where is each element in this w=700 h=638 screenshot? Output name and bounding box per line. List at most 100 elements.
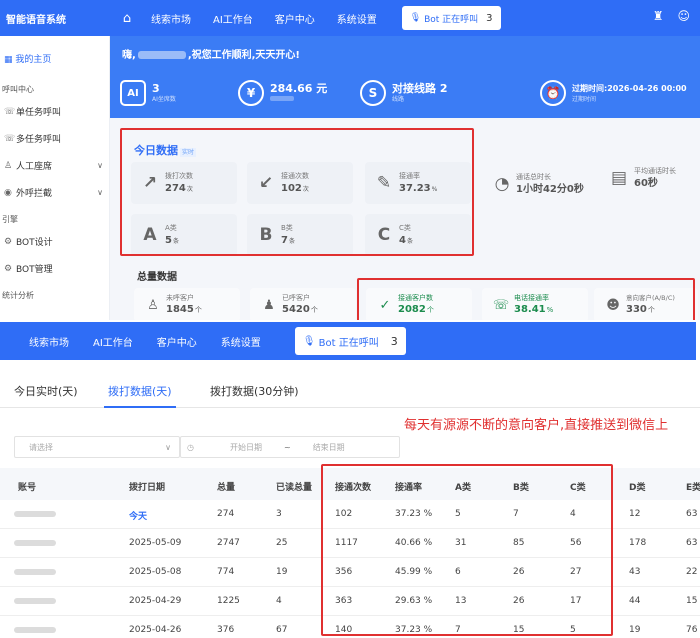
nav-item-system-settings[interactable]: 系统设置 xyxy=(326,11,388,26)
notification-icon[interactable]: ♜ xyxy=(653,9,664,23)
stat-card-total-duration: ◔ 通话总时长 1小时42分0秒 xyxy=(484,158,590,210)
user-avatar-icon[interactable]: ☺ xyxy=(677,9,690,23)
dashboard-main: 嗨, ,祝您工作顺利,天天开心! AI 3 AI坐席数 ¥ 284.66 元 S 对… xyxy=(110,36,700,320)
document-icon: ▤ xyxy=(610,168,628,188)
stat-card-connect-count: ↙ 接通次数 102次 xyxy=(247,162,353,204)
banner-stat-expiry: ⏰ 过期时间:2026-04-26 00:00 过期时间 xyxy=(540,80,687,106)
account-blurred xyxy=(14,511,56,517)
sidebar-item-human-seats[interactable]: ♙ 人工座席 ∨ xyxy=(0,152,109,179)
bot-status-button[interactable]: 🎙 Bot 正在呼叫 3 xyxy=(401,6,501,30)
nav-item-leads-market[interactable]: 线索市场 xyxy=(140,11,202,26)
clock-icon: ◷ xyxy=(187,442,194,452)
sidebar-item-bot-design[interactable]: ⚙ BOT设计 xyxy=(0,228,109,255)
top-navbar: 智能语音系统 ⌂ 线索市场 AI工作台 客户中心 系统设置 🎙 Bot 正在呼叫… xyxy=(0,0,700,36)
sidebar-item-bot-management[interactable]: ⚙ BOT管理 xyxy=(0,255,109,282)
banner-stat-ai-seats: AI 3 AI坐席数 xyxy=(120,80,176,106)
username-blurred xyxy=(137,51,186,59)
start-date-placeholder: 开始日期 xyxy=(229,442,262,452)
sidebar: ▦ 我的主页 呼叫中心 ☏ 单任务呼叫 ☏ 多任务呼叫 ♙ 人工座席 ∨ ◉ 外呼拦截 … xyxy=(0,36,110,320)
table-header: 账号 拨打日期 总量 已读总量 接通次数 接通率 A类 B类 C类 D类 E类 xyxy=(0,468,700,500)
total-card-connect-rate: ☏ 电话接通率 38.41% xyxy=(482,288,588,320)
data-tabs: 今日实时(天) 拨打数据(天) 拨打数据(30分钟) xyxy=(0,380,700,408)
letter-c-icon: C xyxy=(377,225,391,245)
stat-card-avg-duration: ▤ 平均通话时长 60秒 xyxy=(600,158,696,198)
sidebar-group-call-center: 呼叫中心 xyxy=(2,84,34,94)
app-logo[interactable]: 智能语音系统 xyxy=(0,11,110,26)
arrow-up-right-icon: ↗ xyxy=(142,173,158,193)
phone-icon: ☏ xyxy=(492,297,510,313)
group-icon: ♟ xyxy=(263,297,275,313)
timer-icon: ◔ xyxy=(494,174,510,194)
nav2-item-customer-center[interactable]: 客户中心 xyxy=(145,334,209,349)
bot-status-label: Bot 正在呼叫 xyxy=(424,14,479,25)
nav2-item-ai-workbench[interactable]: AI工作台 xyxy=(81,334,145,349)
nav-item-customer-center[interactable]: 客户中心 xyxy=(264,11,326,26)
letter-b-icon: B xyxy=(259,225,273,245)
account-select[interactable]: 请选择 ∨ xyxy=(14,436,180,458)
phone-icon: ☏ xyxy=(4,133,16,144)
total-card-intent: ☻ 意向客户(A/B/C) 330个 xyxy=(594,288,698,320)
mic-icon: 🎙 xyxy=(302,335,319,347)
sidebar-group-statistics: 统计分析 xyxy=(2,290,34,300)
yuan-icon: ¥ xyxy=(238,80,264,106)
stat-card-class-a: A A类 5条 xyxy=(131,214,237,256)
arrow-down-left-icon: ↙ xyxy=(258,173,274,193)
nav-item-ai-workbench[interactable]: AI工作台 xyxy=(202,11,264,26)
chevron-down-icon: ∨ xyxy=(165,442,171,452)
table-row[interactable]: 今天 274 3 102 37.23 % 5 7 4 12 63 xyxy=(0,500,700,529)
date-range-picker[interactable]: ◷ 开始日期 ~ 结束日期 xyxy=(180,436,400,458)
account-blurred xyxy=(14,627,56,633)
tab-dial-data-day[interactable]: 拨打数据(天) xyxy=(104,380,176,408)
table-row[interactable]: 2025-04-26 376 67 140 37.23 % 7 15 5 19 … xyxy=(0,616,700,638)
letter-a-icon: A xyxy=(143,225,157,245)
table-row[interactable]: 2025-05-09 2747 25 1117 40.66 % 31 85 56… xyxy=(0,529,700,558)
user-circle-icon: ☻ xyxy=(606,297,620,313)
total-card-connected: ✓ 接通客户数 2082个 xyxy=(366,288,472,320)
chevron-down-icon: ∨ xyxy=(97,161,103,170)
welcome-banner: 嗨, ,祝您工作顺利,天天开心! AI 3 AI坐席数 ¥ 284.66 元 S 对… xyxy=(110,36,700,118)
end-date-placeholder: 结束日期 xyxy=(312,442,345,452)
route-icon: S xyxy=(360,80,386,106)
account-blurred xyxy=(14,569,56,575)
stat-card-class-c: C C类 4条 xyxy=(365,214,471,256)
bot-status-button-2[interactable]: 🎙 Bot 正在呼叫 3 xyxy=(294,327,406,355)
mic-icon: 🎙 xyxy=(409,13,425,23)
account-blurred xyxy=(14,540,56,546)
user-check-icon: ✓ xyxy=(379,297,391,313)
greeting-text: 嗨, ,祝您工作顺利,天天开心! xyxy=(122,50,300,61)
total-card-called: ♟ 已呼客户 5420个 xyxy=(250,288,356,320)
balance-sub-blurred xyxy=(270,96,294,101)
chevron-down-icon: ∨ xyxy=(97,188,103,197)
stat-card-class-b: B B类 7条 xyxy=(247,214,353,256)
table-row[interactable]: 2025-04-29 1225 4 363 29.63 % 13 26 17 4… xyxy=(0,587,700,616)
sidebar-group-engine: 引擎 xyxy=(2,214,18,224)
alarm-clock-icon: ⏰ xyxy=(540,80,566,106)
sidebar-item-outbound-intercept[interactable]: ◉ 外呼拦截 ∨ xyxy=(0,179,109,206)
grid-icon: ▦ xyxy=(4,55,16,65)
tab-today-realtime[interactable]: 今日实时(天) xyxy=(14,380,78,408)
ai-icon: AI xyxy=(120,80,146,106)
nav2-item-system-settings[interactable]: 系统设置 xyxy=(209,334,273,349)
total-card-uncalled: ♙ 未呼客户 1845个 xyxy=(134,288,240,320)
sidebar-item-single-task-call[interactable]: ☏ 单任务呼叫 xyxy=(0,98,109,125)
phone-icon: ☏ xyxy=(4,106,16,117)
person-icon: ♙ xyxy=(4,160,13,171)
secondary-navbar: 线索市场 AI工作台 客户中心 系统设置 🎙 Bot 正在呼叫 3 xyxy=(0,322,696,360)
tab-dial-data-30min[interactable]: 拨打数据(30分钟) xyxy=(210,380,299,408)
account-blurred xyxy=(14,598,56,604)
sidebar-item-multi-task-call[interactable]: ☏ 多任务呼叫 xyxy=(0,125,109,152)
person-icon: ♙ xyxy=(147,297,159,313)
table-row[interactable]: 2025-05-08 774 19 356 45.99 % 6 26 27 43… xyxy=(0,558,700,587)
stat-card-connect-rate: ✎ 接通率 37.23% xyxy=(365,162,471,204)
date-separator: ~ xyxy=(283,442,291,452)
banner-stat-lines: S 对接线路 2 线路 xyxy=(360,80,447,106)
sidebar-item-home[interactable]: ▦ 我的主页 xyxy=(0,36,109,76)
nav2-item-leads-market[interactable]: 线索市场 xyxy=(17,334,81,349)
home-icon[interactable]: ⌂ xyxy=(114,11,140,26)
today-data-title: 今日数据 实时 xyxy=(134,144,197,157)
gear-icon: ⚙ xyxy=(4,236,13,247)
banner-stat-balance: ¥ 284.66 元 xyxy=(238,80,327,106)
shield-icon: ◉ xyxy=(4,187,12,198)
stat-card-dial-count: ↗ 拨打次数 274次 xyxy=(131,162,237,204)
feather-icon: ✎ xyxy=(376,173,392,193)
